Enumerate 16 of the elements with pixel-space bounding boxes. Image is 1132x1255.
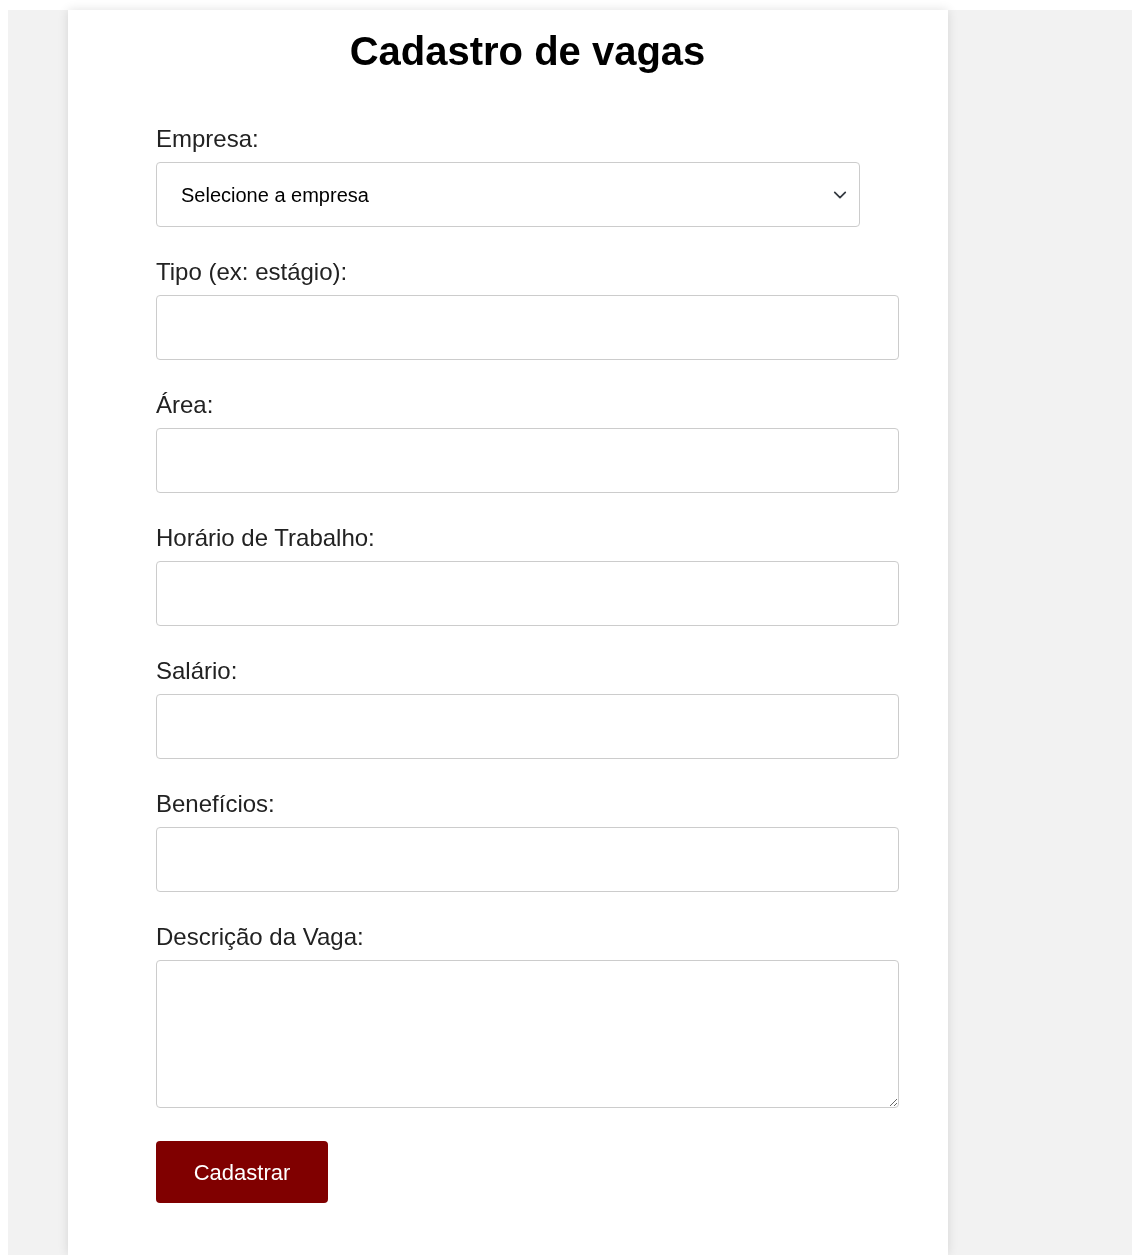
input-field[interactable] (156, 295, 899, 360)
input-field[interactable] (156, 827, 899, 892)
input-field[interactable] (156, 561, 899, 626)
company-select[interactable]: Selecione a empresa (156, 162, 860, 227)
description-field[interactable] (156, 960, 899, 1108)
field-label: Salário: (156, 657, 239, 685)
field-label: Área: (156, 391, 215, 419)
field-label: Benefícios: (156, 790, 276, 818)
page-title: Cadastro de vagas (348, 28, 707, 75)
input-field[interactable] (156, 694, 899, 759)
submit-button[interactable]: Cadastrar (156, 1141, 328, 1203)
field-label: Horário de Trabalho: (156, 524, 376, 552)
field-label: Empresa: (156, 125, 260, 153)
input-field[interactable] (156, 428, 899, 493)
field-label: Tipo (ex: estágio): (156, 258, 349, 286)
field-label: Descrição da Vaga: (156, 923, 365, 951)
